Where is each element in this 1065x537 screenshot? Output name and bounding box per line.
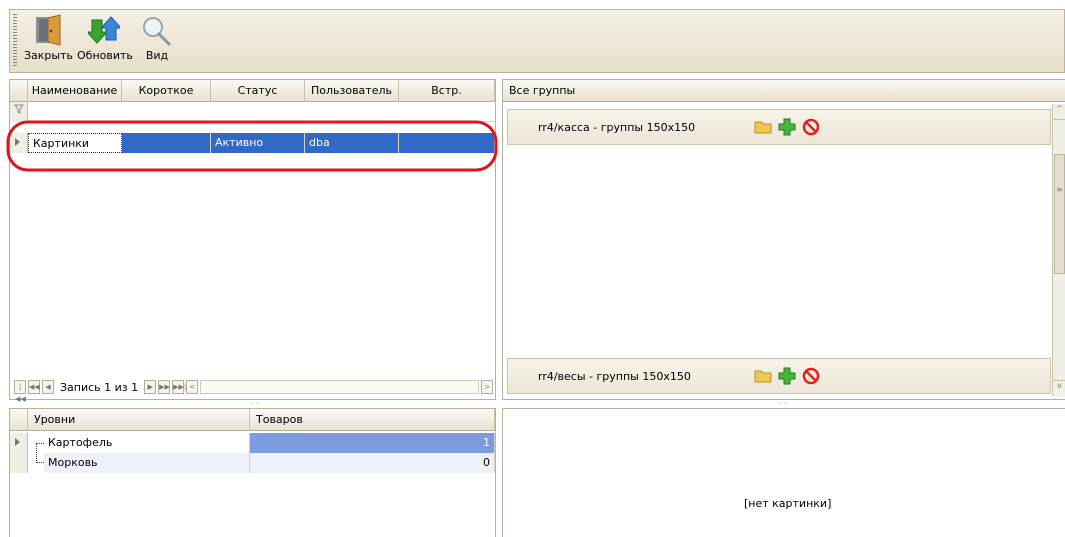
levels-grid-header: Уровни Товаров [10,409,495,431]
delete-icon[interactable] [802,118,820,136]
column-header-user[interactable]: Пользователь [305,80,399,102]
add-icon[interactable] [778,367,796,385]
column-header-name[interactable]: Наименование [28,80,122,102]
levels-grid: Уровни Товаров Картофель 1 Морковь 0 [9,408,496,537]
next-record-button[interactable]: ▶ [144,380,157,394]
column-header-short[interactable]: Короткое [122,80,211,102]
scroll-thumb[interactable]: ≡ [1054,154,1065,274]
current-row-arrow-icon [15,438,20,446]
table-row[interactable]: Морковь 0 [10,443,495,473]
cell-level[interactable]: Картофель [44,433,250,453]
close-button[interactable]: Закрыть [24,14,73,62]
main-grid-header: Наименование Короткое Статус Пользовател… [10,80,495,102]
highlight-outline [6,120,498,172]
groups-panel: Все группы rr4/касса - группы 150x150 rr… [502,79,1065,400]
scroll-right-button[interactable]: > [481,380,493,394]
add-icon[interactable] [778,118,796,136]
refresh-arrows-icon [88,16,120,44]
record-navigator: |◀◀ ◀◀ ◀ Запись 1 из 1 ▶ ▶▶ ▶▶| < > [14,378,493,403]
cell-level[interactable]: Морковь [44,453,250,473]
last-page-button[interactable]: ▶▶| [172,380,186,394]
row-indicator [10,433,28,453]
cell-goods-count[interactable]: 0 [250,453,495,473]
vertical-scrollbar[interactable]: ^ ≡ v [1052,104,1065,396]
row-indicator [10,453,28,473]
folder-icon[interactable] [754,367,772,383]
folder-icon[interactable] [754,118,772,134]
tree-line [36,443,44,463]
refresh-button[interactable]: Обновить [77,14,133,62]
group-header[interactable]: rr4/касса - группы 150x150 [507,109,1051,145]
first-page-button[interactable]: |◀◀ [14,380,26,403]
column-header-goods-count[interactable]: Товаров [250,409,495,431]
toolbar: Закрыть Обновить Вид [9,9,1065,73]
toolbar-grip[interactable] [13,14,17,68]
horizontal-splitter-right[interactable]: ···· [778,399,788,408]
group-actions [754,367,820,385]
view-button[interactable]: Вид [138,14,176,62]
groups-panel-header: Все группы [503,80,1065,102]
cell-goods-count[interactable]: 1 [250,433,495,453]
magnifier-icon [143,17,171,46]
group-header[interactable]: rr4/весы - группы 150x150 [507,358,1051,394]
record-position-text: Запись 1 из 1 [60,380,139,394]
scroll-up-button[interactable]: ^ [1053,104,1065,120]
group-actions [754,118,820,136]
scroll-down-button[interactable]: v [1053,380,1065,396]
image-panel: [нет картинки] [502,408,1065,537]
scroll-left-button[interactable]: < [186,380,199,394]
no-image-placeholder: [нет картинки] [744,497,832,510]
group-title: rr4/весы - группы 150x150 [538,370,691,383]
header-corner [10,409,28,431]
group-title: rr4/касса - группы 150x150 [538,121,696,134]
header-corner [10,80,28,102]
prev-page-button[interactable]: ◀◀ [28,380,40,394]
next-page-button[interactable]: ▶▶ [158,380,171,394]
groups-panel-title: Все группы [509,84,576,97]
horizontal-scrollbar[interactable] [200,380,479,394]
column-header-status[interactable]: Статус [211,80,305,102]
column-header-levels[interactable]: Уровни [28,409,250,431]
filter-icon [14,104,24,114]
delete-icon[interactable] [802,367,820,385]
prev-record-button[interactable]: ◀ [42,380,54,394]
door-exit-icon [36,14,61,46]
table-row[interactable]: Картофель 1 [10,433,495,453]
column-header-embedded[interactable]: Встр. [399,80,495,102]
horizontal-splitter-left[interactable]: ···· [250,399,260,408]
